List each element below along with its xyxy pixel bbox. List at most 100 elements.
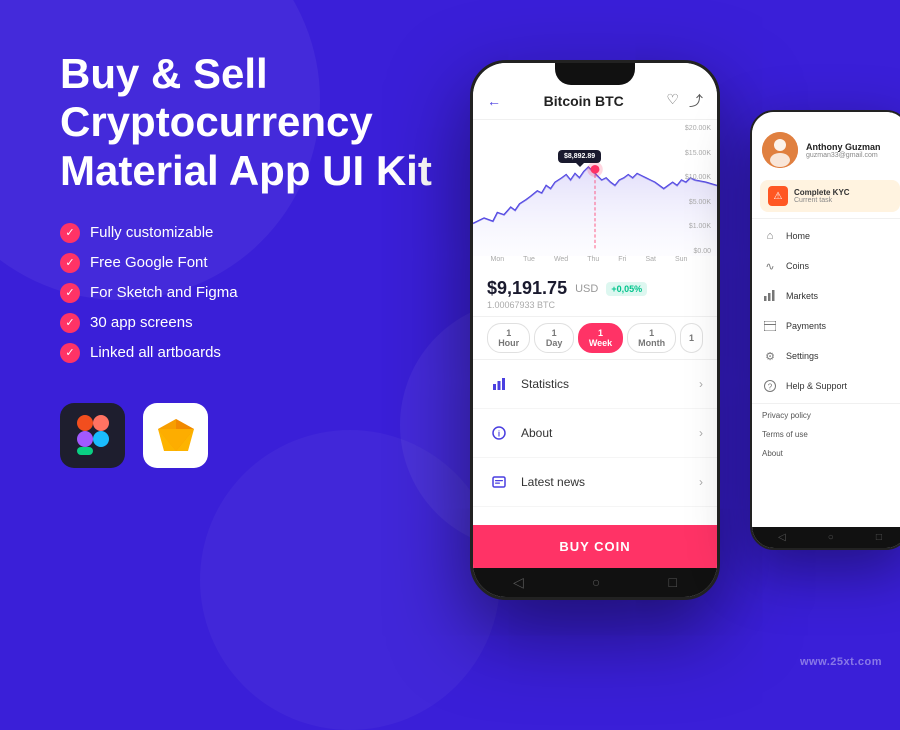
recent-nav2[interactable]: □ xyxy=(876,532,882,543)
feature-text: Fully customizable xyxy=(90,224,213,241)
price-currency: USD xyxy=(575,283,598,295)
back-button[interactable]: ← xyxy=(487,93,501,109)
chart-area: $8,892.89 $20.00K $15.00K $10.00K $5.00K… xyxy=(473,120,717,270)
price-section: $9,191.75 USD +0,05% 1.00067933 BTC xyxy=(473,270,717,317)
about-icon: i xyxy=(487,421,511,445)
price-btc: 1.00067933 BTC xyxy=(487,300,703,310)
check-icon: ✓ xyxy=(60,343,80,363)
chevron-icon: › xyxy=(699,426,703,440)
home-nav2[interactable]: ○ xyxy=(828,532,834,543)
user-name: Anthony Guzman xyxy=(806,142,898,152)
user-header: Anthony Guzman guzman33@gmail.com xyxy=(752,112,900,176)
phone-secondary: Anthony Guzman guzman33@gmail.com ⚠ Comp… xyxy=(750,110,900,550)
feature-item: ✓ 30 app screens xyxy=(60,313,440,333)
kyc-alert[interactable]: ⚠ Complete KYC Current task xyxy=(760,180,900,212)
feature-text: Free Google Font xyxy=(90,254,208,271)
check-icon: ✓ xyxy=(60,283,80,303)
filter-1month[interactable]: 1 Month xyxy=(627,323,676,353)
terms-link[interactable]: Terms of use xyxy=(752,425,900,444)
statistics-item[interactable]: Statistics › xyxy=(473,360,717,409)
share-icon[interactable]: ⤴ xyxy=(689,91,703,111)
feature-text: 30 app screens xyxy=(90,314,193,331)
tool-logos xyxy=(60,403,440,468)
sketch-logo xyxy=(143,403,208,468)
price-value: $9,191.75 xyxy=(487,278,567,299)
news-label: Latest news xyxy=(521,475,585,489)
buy-coin-button[interactable]: BUY COIN xyxy=(473,525,717,568)
kyc-subtitle: Current task xyxy=(794,197,850,204)
latest-news-item[interactable]: Latest news › xyxy=(473,458,717,507)
price-row: $9,191.75 USD +0,05% xyxy=(487,278,703,299)
nav-coins[interactable]: ∿ Coins xyxy=(752,251,900,281)
feature-item: ✓ For Sketch and Figma xyxy=(60,283,440,303)
user-avatar xyxy=(762,132,798,168)
features-list: ✓ Fully customizable ✓ Free Google Font … xyxy=(60,223,440,363)
feature-item: ✓ Linked all artboards xyxy=(60,343,440,363)
back-nav2[interactable]: ◁ xyxy=(778,532,786,543)
price-change-badge: +0,05% xyxy=(606,282,647,296)
recent-nav[interactable]: □ xyxy=(668,574,676,591)
figma-logo xyxy=(60,403,125,468)
coin-title: Bitcoin BTC xyxy=(544,93,624,109)
secondary-screen: Anthony Guzman guzman33@gmail.com ⚠ Comp… xyxy=(752,112,900,548)
help-icon: ? xyxy=(762,378,778,394)
watermark: www.25xt.com xyxy=(800,656,882,668)
check-icon: ✓ xyxy=(60,223,80,243)
chevron-icon: › xyxy=(699,475,703,489)
settings-label: Settings xyxy=(786,351,819,361)
home-label: Home xyxy=(786,231,810,241)
header-icons: ♡ ⤴ xyxy=(666,91,703,111)
nav-markets[interactable]: Markets xyxy=(752,281,900,311)
check-icon: ✓ xyxy=(60,253,80,273)
phone-main: ← Bitcoin BTC ♡ ⤴ $8,892.89 $20.00K $15.… xyxy=(470,60,720,600)
settings-icon: ⚙ xyxy=(762,348,778,364)
filter-1[interactable]: 1 xyxy=(680,323,703,353)
statistics-label: Statistics xyxy=(521,377,569,391)
chart-tooltip: $8,892.89 xyxy=(558,150,601,163)
time-filters: 1 Hour 1 Day 1 Week 1 Month 1 xyxy=(473,317,717,360)
filter-1hour[interactable]: 1 Hour xyxy=(487,323,530,353)
about-link[interactable]: About xyxy=(752,444,900,463)
svg-text:?: ? xyxy=(768,383,773,392)
nav-payments[interactable]: Payments xyxy=(752,311,900,341)
menu-items: Statistics › i About › xyxy=(473,360,717,525)
filter-1week[interactable]: 1 Week xyxy=(578,323,623,353)
phone-notch xyxy=(555,63,635,85)
about-label: About xyxy=(521,426,552,440)
secondary-bottom-bar: ◁ ○ □ xyxy=(752,527,900,548)
news-icon xyxy=(487,470,511,494)
divider xyxy=(752,403,900,404)
payments-label: Payments xyxy=(786,321,826,331)
heart-icon[interactable]: ♡ xyxy=(666,91,679,111)
nav-settings[interactable]: ⚙ Settings xyxy=(752,341,900,371)
payments-icon xyxy=(762,318,778,334)
help-label: Help & Support xyxy=(786,381,847,391)
feature-text: Linked all artboards xyxy=(90,344,221,361)
price-chart xyxy=(473,126,717,256)
svg-text:i: i xyxy=(498,430,500,439)
nav-home[interactable]: ⌂ Home xyxy=(752,221,900,251)
nav-help[interactable]: ? Help & Support xyxy=(752,371,900,401)
kyc-info: Complete KYC Current task xyxy=(794,188,850,204)
divider xyxy=(752,218,900,219)
markets-icon xyxy=(762,288,778,304)
user-email: guzman33@gmail.com xyxy=(806,152,898,159)
phone-screen: ← Bitcoin BTC ♡ ⤴ $8,892.89 $20.00K $15.… xyxy=(473,63,717,597)
chart-x-labels: Mon Tue Wed Thu Fri Sat Sun xyxy=(473,256,717,263)
check-icon: ✓ xyxy=(60,313,80,333)
back-nav[interactable]: ◁ xyxy=(513,574,524,591)
coins-label: Coins xyxy=(786,261,809,271)
statistics-icon xyxy=(487,372,511,396)
left-panel: Buy & SellCryptocurrencyMaterial App UI … xyxy=(60,50,440,468)
home-nav[interactable]: ○ xyxy=(592,574,600,591)
kyc-title: Complete KYC xyxy=(794,188,850,197)
feature-item: ✓ Free Google Font xyxy=(60,253,440,273)
kyc-icon: ⚠ xyxy=(768,186,788,206)
filter-1day[interactable]: 1 Day xyxy=(534,323,573,353)
main-title: Buy & SellCryptocurrencyMaterial App UI … xyxy=(60,50,440,195)
privacy-link[interactable]: Privacy policy xyxy=(752,406,900,425)
about-item[interactable]: i About › xyxy=(473,409,717,458)
home-icon: ⌂ xyxy=(762,228,778,244)
markets-label: Markets xyxy=(786,291,818,301)
phone-bottom-bar: ◁ ○ □ xyxy=(473,568,717,597)
